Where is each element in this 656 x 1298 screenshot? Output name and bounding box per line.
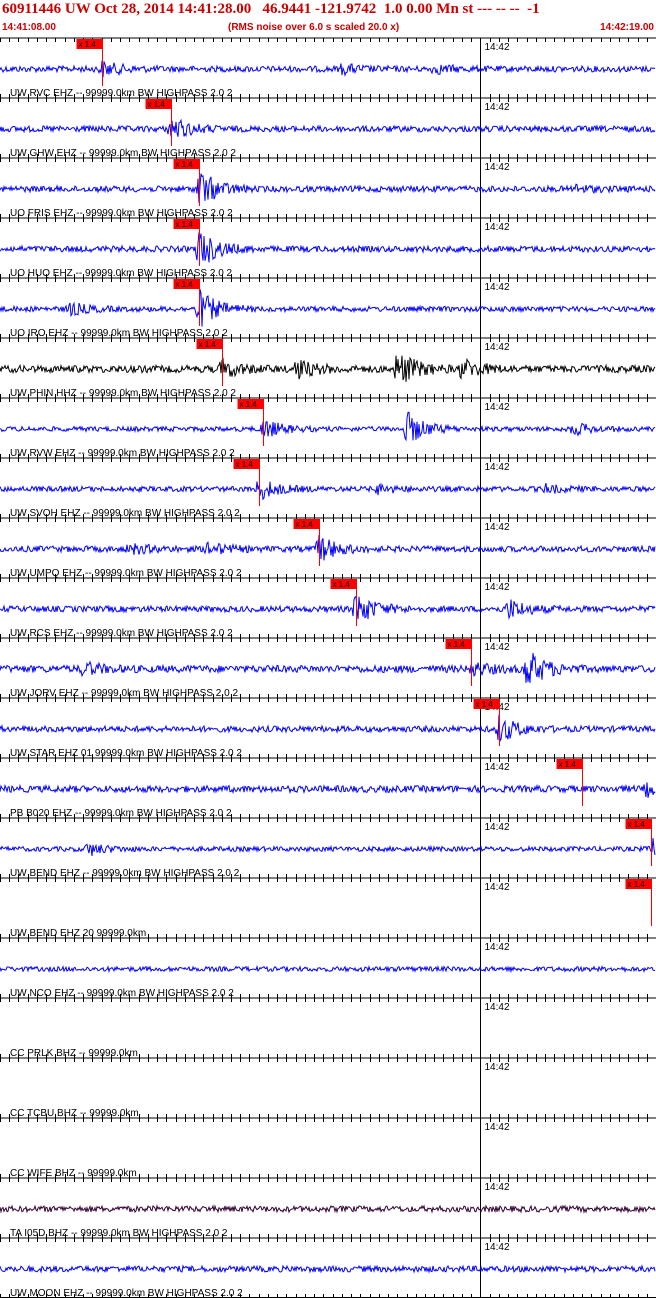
minute-label: 14:42	[485, 942, 510, 953]
station-label: UW SVOH EHZ -- 99999.0km BW HIGHPASS 2.0…	[10, 508, 240, 519]
minute-label: 14:42	[485, 462, 510, 473]
station-label: UW RVC EHZ -- 99999.0km BW HIGHPASS 2.0 …	[10, 88, 233, 99]
waveform-line	[0, 173, 656, 203]
minute-label: 14:42	[485, 882, 510, 893]
trace-panel: 14:42 x 1.4 UO HUQ EHZ -- 99999.0km BW HIG…	[0, 217, 656, 279]
station-label: UW NCO EHZ -- 99999.0km BW HIGHPASS 2.0 …	[10, 988, 234, 999]
pick-label: x 1.4	[176, 160, 194, 169]
station-label: UW RCS EHZ -- 99999.0km BW HIGHPASS 2.0 …	[10, 628, 233, 639]
trace-panel: 14:42 CC WIFE BHZ -- 99999.0km	[0, 1117, 656, 1179]
station-label: UO FRIS EHZ -- 99999.0km BW HIGHPASS 2.0…	[10, 208, 233, 219]
waveform-line	[0, 232, 656, 263]
waveform-line	[0, 595, 656, 620]
station-label: UW PHIN HHZ -- 99999.0km BW HIGHPASS 2.0…	[10, 388, 236, 399]
waveform-line	[0, 964, 656, 974]
trace-panel: 14:42 x 1.4 UW SVOH EHZ -- 99999.0km BW HI…	[0, 457, 656, 519]
minute-label: 14:42	[485, 282, 510, 293]
minute-label: 14:42	[485, 162, 510, 173]
minute-label: 14:42	[485, 42, 510, 53]
minute-label: 14:42	[485, 402, 510, 413]
waveform-line	[0, 1204, 656, 1214]
trace-panel: 14:42 TA I05D BHZ -- 99999.0km BW HIGHPAS…	[0, 1177, 656, 1239]
pick-label: x 1.4	[476, 700, 494, 709]
pick-label: x 1.4	[148, 100, 166, 109]
trace-panel: 14:42 x 1.4 UO FRIS EHZ -- 99999.0km BW HI…	[0, 157, 656, 219]
trace-panel: 14:42 UW MOON EHZ -- 99999.0km BW HIGHPAS…	[0, 1237, 656, 1298]
pick-label: x 1.4	[448, 640, 466, 649]
pick-label: x 1.4	[176, 280, 194, 289]
waveform-line	[0, 60, 656, 78]
station-label: TA I05D BHZ -- 99999.0km BW HIGHPASS 2.0…	[10, 1228, 228, 1239]
pick-label: x 1.4	[333, 580, 351, 589]
waveform-line	[0, 411, 656, 442]
seismogram-plot: 14:42x 1.4UW RVC EHZ -- 99999.0km BW HIG…	[0, 37, 656, 1298]
minute-label: 14:42	[485, 642, 510, 653]
trace-panel: 14:42x 1.4UW NCO EHZ -- 99999.0km BW HIG…	[0, 937, 656, 999]
minute-label: 14:42	[485, 102, 510, 113]
waveform-line	[0, 535, 656, 561]
waveform-line	[0, 653, 656, 683]
trace-panel: 14:42 x 1.4 PB B020 EHZ -- 99999.0km BW HI…	[0, 757, 656, 819]
station-label: UO IRO EHZ -- 99999.0km BW HIGHPASS 2.0 …	[10, 328, 228, 339]
waveform-line	[0, 1264, 656, 1274]
waveform-line	[0, 714, 656, 743]
trace-panel: 14:42 x 1.4 UW BEND EHZ -- 99999.0km BW HI…	[0, 817, 656, 879]
minute-label: 14:42	[485, 1122, 510, 1133]
station-label: CC WIFE BHZ -- 99999.0km	[10, 1168, 137, 1179]
minute-label: 14:42	[485, 222, 510, 233]
trace-panel: 14:42 CC PRLK BHZ -- 99999.0km	[0, 997, 656, 1059]
station-label: UW JORV EHZ -- 99999.0km BW HIGHPASS 2.0…	[10, 688, 238, 699]
trace-panel: 14:42x 1.4UW STAR EHZ 01 99999.0km BW HI…	[0, 697, 656, 759]
minute-label: 14:42	[485, 822, 510, 833]
trace-panel: 14:42 x 1.4 UW JORV EHZ -- 99999.0km BW HI…	[0, 637, 656, 699]
waveform-line	[0, 782, 656, 798]
waveform-line	[0, 289, 656, 327]
trace-panel: 14:42 x 1.4 UW RVW EHZ -- 99999.0km BW HIG…	[0, 397, 656, 459]
station-label: CC TCBU BHZ -- 99999.0km	[10, 1108, 139, 1119]
station-label: PB B020 EHZ -- 99999.0km BW HIGHPASS 2.0…	[10, 808, 232, 819]
station-label: CC PRLK BHZ -- 99999.0km	[10, 1048, 138, 1059]
station-label: UW GHW EHZ -- 99999.0km BW HIGHPASS 2.0 …	[10, 148, 236, 159]
trace-panel: 14:42 x 1.4 UW UMPQ EHZ -- 99999.0km BW HI…	[0, 517, 656, 579]
pick-label: x 1.4	[176, 220, 194, 229]
waveform-line	[0, 481, 656, 501]
minute-label: 14:42	[485, 1182, 510, 1193]
trace-panel: 14:42 x 1.4 UW GHW EHZ -- 99999.0km BW HIG…	[0, 97, 656, 159]
minute-label: 14:42	[485, 342, 510, 353]
minute-label: 14:42	[485, 1242, 510, 1253]
waveform-line	[0, 118, 656, 138]
trace-panel: 14:42 CC TCBU BHZ -- 99999.0km	[0, 1057, 656, 1119]
station-label: UW STAR EHZ 01 99999.0km BW HIGHPASS 2.0…	[10, 748, 242, 759]
trace-panel: 14:42 x 1.4 UW RCS EHZ -- 99999.0km BW HIG…	[0, 577, 656, 639]
waveform-line	[0, 838, 656, 856]
minute-label: 14:42	[485, 762, 510, 773]
pick-label: x 1.4	[79, 40, 97, 49]
pick-label: x 1.4	[236, 460, 254, 469]
station-label: UW RVW EHZ -- 99999.0km BW HIGHPASS 2.0 …	[10, 448, 235, 459]
station-label: UW UMPQ EHZ -- 99999.0km BW HIGHPASS 2.0…	[10, 568, 242, 579]
trace-panel: 14:42 x 1.4 UW RVC EHZ -- 99999.0km BW HIG…	[0, 37, 656, 99]
pick-label: x 1.4	[296, 520, 314, 529]
pick-label: x 1.4	[559, 760, 577, 769]
trace-panel: 14:42 x 1.4 UO IRO EHZ -- 99999.0km BW HIG…	[0, 277, 656, 339]
minute-label: 14:42	[485, 522, 510, 533]
station-label: UW BEND EHZ -- 99999.0km BW HIGHPASS 2.0…	[10, 868, 240, 879]
pick-label: x 1.4	[628, 880, 646, 889]
station-label: UW BEND EHZ 20 99999.0km	[10, 928, 146, 939]
station-label: UW MOON EHZ -- 99999.0km BW HIGHPASS 2.0…	[10, 1288, 243, 1298]
station-label: UO HUQ EHZ -- 99999.0km BW HIGHPASS 2.0 …	[10, 268, 233, 279]
pick-label: x 1.4	[199, 340, 217, 349]
minute-label: 14:42	[485, 582, 510, 593]
trace-panel: 14:42 x 1.4 UW PHIN HHZ -- 99999.0km BW HI…	[0, 337, 656, 399]
minute-label: 14:42	[485, 1062, 510, 1073]
pick-label: x 1.4	[628, 820, 646, 829]
waveform-line	[0, 355, 656, 382]
pick-label: x 1.4	[240, 400, 258, 409]
minute-label: 14:42	[485, 1002, 510, 1013]
trace-panel: 14:42 x 1.4 UW BEND EHZ 20 99999.0km	[0, 877, 656, 939]
